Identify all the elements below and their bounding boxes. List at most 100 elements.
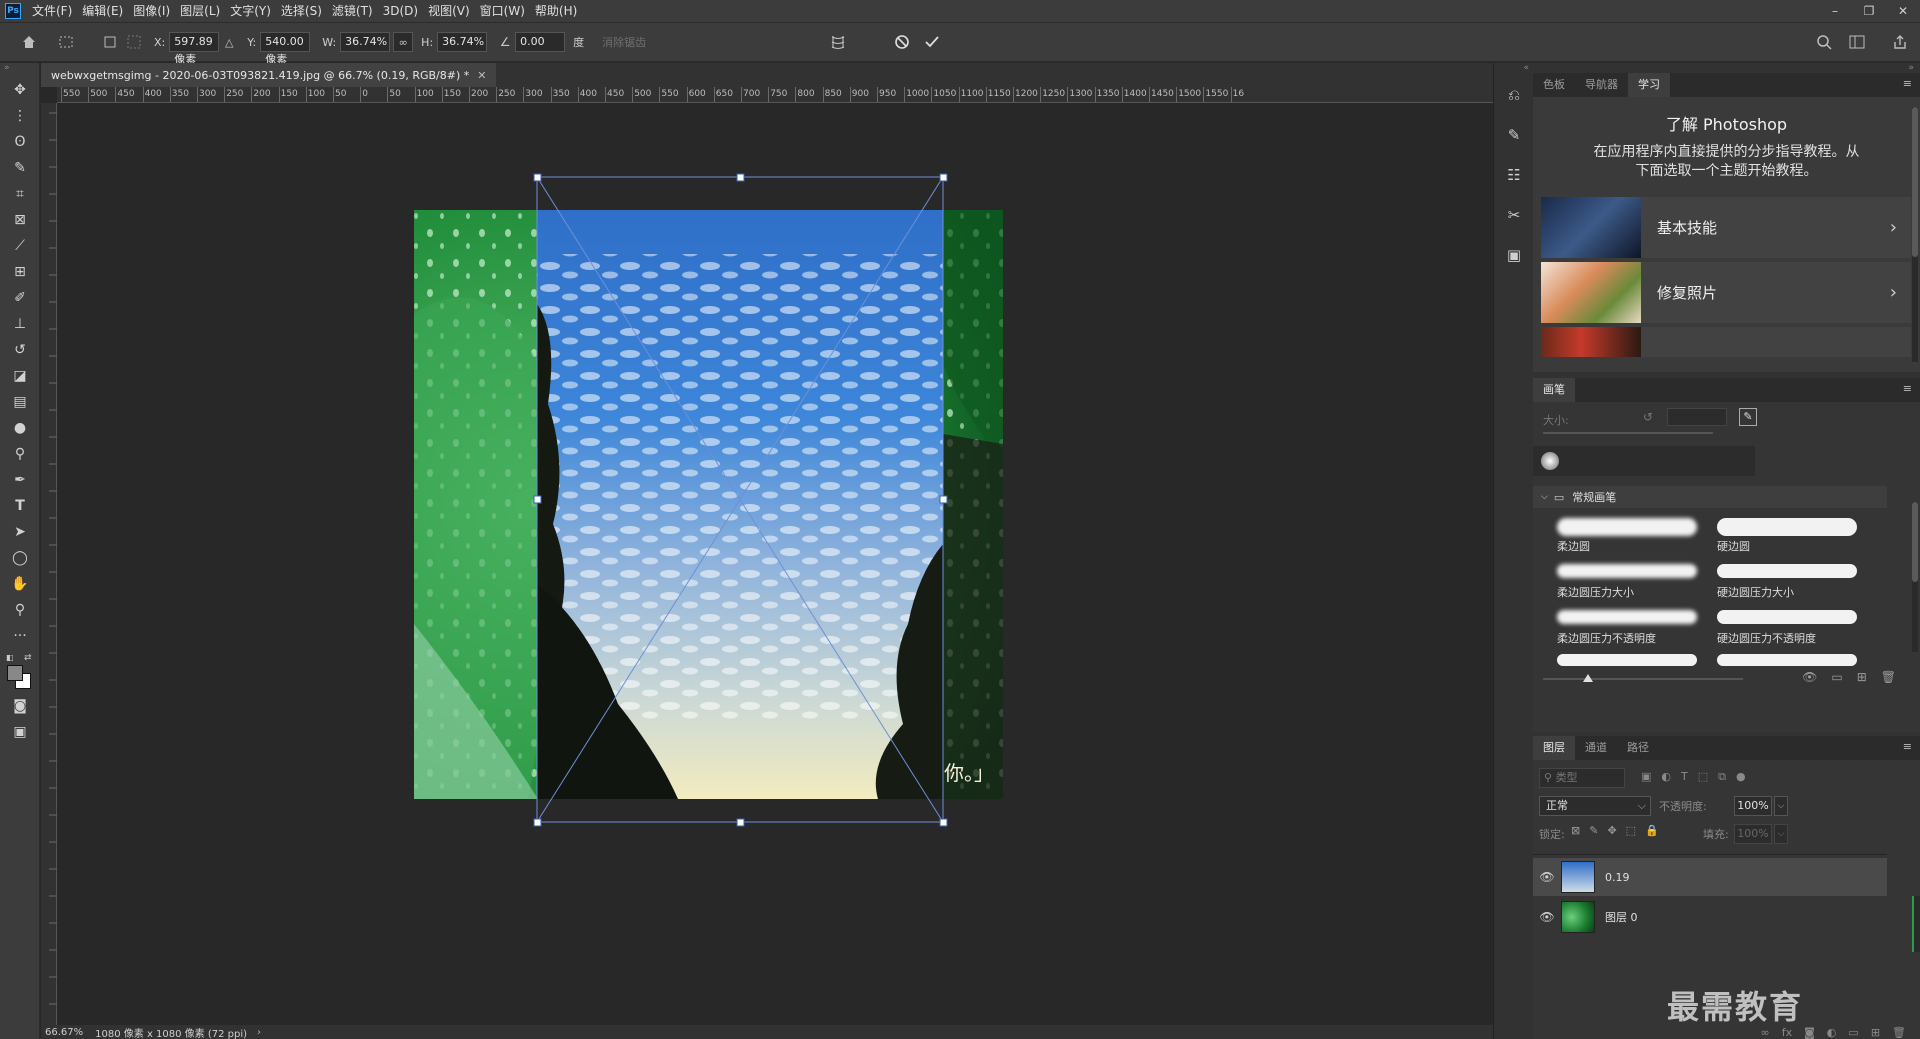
brush-group-row[interactable]: ⌵ ▭ 常规画笔: [1533, 486, 1887, 508]
swap-colors-icon[interactable]: ⇄: [24, 653, 32, 663]
tab-channels[interactable]: 通道: [1575, 736, 1617, 760]
brush-preview-size-slider[interactable]: [1543, 674, 1743, 682]
marquee-tool-icon[interactable]: ⋮: [0, 103, 40, 129]
warp-mode-icon[interactable]: [826, 30, 850, 54]
new-group-icon[interactable]: ▭: [1848, 1026, 1858, 1039]
brush-panel-menu-icon[interactable]: ≡: [1903, 382, 1912, 395]
lock-artboard-icon[interactable]: ⬚: [1626, 824, 1636, 837]
default-colors-icon[interactable]: ◧: [6, 653, 14, 662]
close-button[interactable]: ✕: [1886, 0, 1920, 22]
menu-view[interactable]: 视图(V): [423, 0, 475, 22]
workspace-icon[interactable]: [1845, 30, 1869, 54]
path-selection-tool-icon[interactable]: ➤: [0, 519, 40, 545]
type-tool-icon[interactable]: T: [0, 493, 40, 519]
lock-all-icon[interactable]: 🔒: [1645, 824, 1659, 837]
pen-tool-icon[interactable]: ✒: [0, 467, 40, 493]
delete-layer-icon[interactable]: 🗑: [1892, 1026, 1906, 1039]
menu-window[interactable]: 窗口(W): [475, 0, 530, 22]
reference-point-toggle-icon[interactable]: [98, 30, 122, 54]
zoom-tool-icon[interactable]: ⚲: [0, 597, 40, 623]
brush-preset-hard-round[interactable]: 硬边圆: [1711, 512, 1861, 556]
menu-type[interactable]: 文字(Y): [225, 0, 276, 22]
brush-size-slider[interactable]: [1543, 432, 1713, 434]
layer-row[interactable]: 👁 图层 0: [1533, 898, 1887, 936]
collapse-dock-icon[interactable]: «: [1494, 63, 1533, 75]
layers-scrollbar[interactable]: [1912, 896, 1920, 952]
clone-stamp-tool-icon[interactable]: ⊥: [0, 311, 40, 337]
vertical-ruler[interactable]: [41, 103, 57, 1025]
foreground-color-swatch[interactable]: [7, 665, 23, 681]
learn-card-partial[interactable]: [1541, 327, 1911, 357]
lock-position-icon[interactable]: ✥: [1607, 824, 1616, 837]
visibility-eye-icon[interactable]: 👁: [1533, 910, 1561, 924]
menu-image[interactable]: 图像(I): [128, 0, 175, 22]
relative-position-icon[interactable]: △: [219, 30, 239, 54]
tab-learn[interactable]: 学习: [1628, 73, 1670, 97]
menu-3d[interactable]: 3D(D): [378, 0, 423, 22]
crop-tool-icon[interactable]: ⌗: [0, 181, 40, 207]
link-layers-icon[interactable]: ∞: [1761, 1026, 1770, 1039]
brush-preset-soft-round-pressure-opacity[interactable]: 柔边圆压力不透明度: [1551, 604, 1701, 648]
hand-tool-icon[interactable]: ✋: [0, 571, 40, 597]
magic-wand-tool-icon[interactable]: ✎: [0, 155, 40, 181]
slider-handle[interactable]: [1583, 674, 1593, 682]
horizontal-ruler[interactable]: 550 500 450 400 350 300 250 200 150 100 50 0 50 100 15…: [57, 87, 1493, 103]
fill-field[interactable]: 100%: [1734, 824, 1772, 844]
history-brush-tool-icon[interactable]: ↺: [0, 337, 40, 363]
new-brush-icon[interactable]: ⊞: [1857, 670, 1867, 684]
more-tools-icon[interactable]: ···: [0, 623, 40, 649]
brush-preset-soft-round-pressure-size[interactable]: 柔边圆压力大小: [1551, 558, 1701, 602]
menu-help[interactable]: 帮助(H): [530, 0, 582, 22]
brush-size-field[interactable]: [1667, 408, 1727, 426]
document-tab[interactable]: webwxgetmsgimg - 2020-06-03T093821.419.j…: [41, 63, 497, 87]
visibility-eye-icon[interactable]: 👁: [1533, 870, 1561, 884]
status-menu-arrow-icon[interactable]: ›: [257, 1027, 261, 1038]
tab-layers[interactable]: 图层: [1533, 736, 1575, 760]
lasso-tool-icon[interactable]: ʘ: [0, 129, 40, 155]
brush-settings-panel-icon[interactable]: ✎: [1494, 115, 1534, 155]
commit-transform-icon[interactable]: [920, 30, 944, 54]
eraser-tool-icon[interactable]: ◪: [0, 363, 40, 389]
quick-mask-icon[interactable]: ◙: [0, 693, 40, 719]
transform-tool-icon[interactable]: [54, 30, 78, 54]
eyedropper-tool-icon[interactable]: ⟋: [0, 233, 40, 259]
new-layer-icon[interactable]: ⊞: [1871, 1026, 1880, 1039]
tool-presets-panel-icon[interactable]: ✂: [1494, 195, 1534, 235]
history-panel-icon[interactable]: ⎌: [1494, 75, 1534, 115]
interpolation-checkbox-label[interactable]: 消除锯齿: [602, 34, 646, 50]
lock-transparency-icon[interactable]: ⊠: [1571, 824, 1580, 837]
gradient-tool-icon[interactable]: ▤: [0, 389, 40, 415]
height-field[interactable]: 36.74%: [437, 32, 488, 52]
filter-shape-icon[interactable]: ⬚: [1698, 770, 1708, 784]
menu-file[interactable]: 文件(F): [27, 0, 77, 22]
filter-adjustment-icon[interactable]: ◐: [1661, 770, 1671, 784]
reset-size-icon[interactable]: ↺: [1643, 410, 1653, 424]
blur-tool-icon[interactable]: ●: [0, 415, 40, 441]
brush-tool-icon[interactable]: ✐: [0, 285, 40, 311]
layer-name[interactable]: 图层 0: [1605, 909, 1638, 925]
toggle-preview-icon[interactable]: 👁: [1802, 670, 1817, 684]
home-icon[interactable]: [14, 30, 44, 54]
layer-name[interactable]: 0.19: [1605, 871, 1630, 884]
learn-card-basic-skills[interactable]: 基本技能 ›: [1541, 197, 1911, 258]
learn-scrollbar[interactable]: [1912, 107, 1918, 362]
add-mask-icon[interactable]: ◙: [1804, 1026, 1815, 1039]
x-field[interactable]: 597.89 像素: [169, 32, 220, 66]
opacity-dropdown-icon[interactable]: ⌵: [1774, 796, 1788, 816]
healing-brush-tool-icon[interactable]: ⊞: [0, 259, 40, 285]
adjustment-layer-icon[interactable]: ◐: [1827, 1026, 1837, 1039]
close-tab-icon[interactable]: ✕: [477, 69, 486, 82]
lock-pixels-icon[interactable]: ✎: [1589, 824, 1598, 837]
properties-panel-icon[interactable]: ☷: [1494, 155, 1534, 195]
ellipse-tool-icon[interactable]: ◯: [0, 545, 40, 571]
screen-mode-icon[interactable]: ▣: [0, 719, 40, 745]
y-field[interactable]: 540.00 像素: [260, 32, 311, 66]
frame-tool-icon[interactable]: ⊠: [0, 207, 40, 233]
search-icon[interactable]: [1812, 30, 1836, 54]
chevron-down-icon[interactable]: ⌵: [1541, 492, 1548, 502]
filter-type-icon[interactable]: T: [1681, 770, 1688, 784]
tab-swatches[interactable]: 色板: [1533, 73, 1575, 97]
layer-style-icon[interactable]: fx: [1782, 1026, 1792, 1039]
filter-smart-object-icon[interactable]: ⧉: [1718, 770, 1726, 784]
brush-scrollbar-thumb[interactable]: [1912, 502, 1918, 582]
